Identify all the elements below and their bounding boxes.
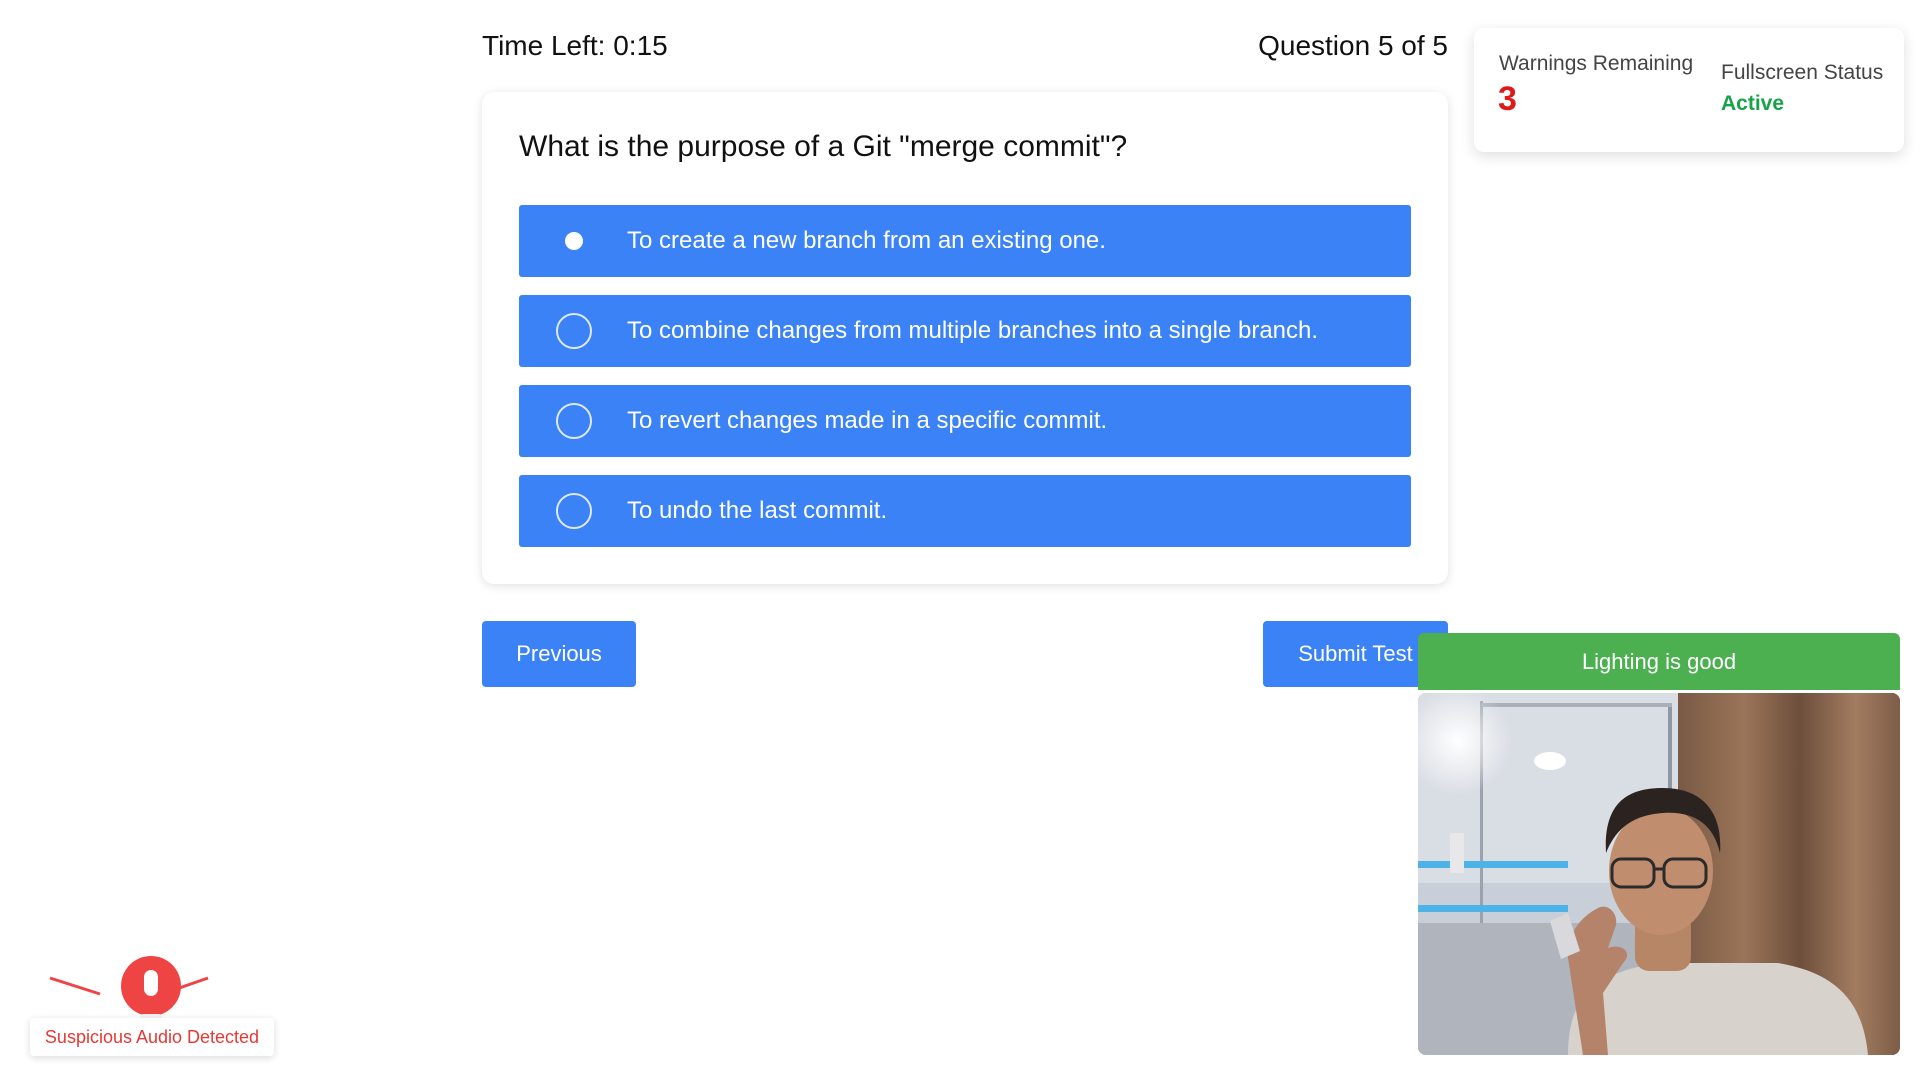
webcam-image — [1418, 693, 1900, 1055]
question-counter: Question 5 of 5 — [1258, 30, 1448, 61]
exam-page: Time Left: 0:15 Question 5 of 5 What is … — [0, 0, 1920, 1080]
option-label: To revert changes made in a specific com… — [627, 407, 1108, 434]
question-text: What is the purpose of a Git "merge comm… — [519, 130, 1128, 163]
lighting-status-banner: Lighting is good — [1418, 633, 1900, 690]
fullscreen-label: Fullscreen Status — [1721, 61, 1884, 84]
proctor-status-panel: Warnings Remaining 3 Fullscreen Status A… — [1474, 28, 1904, 152]
question-card: What is the purpose of a Git "merge comm… — [482, 92, 1448, 584]
option-3[interactable]: To revert changes made in a specific com… — [519, 385, 1411, 457]
option-label: To create a new branch from an existing … — [627, 227, 1106, 254]
radio-selected-icon[interactable] — [556, 223, 592, 259]
microphone-alert-icon — [49, 956, 209, 1020]
warnings-label: Warnings Remaining — [1499, 52, 1694, 75]
radio-empty-icon[interactable] — [556, 493, 592, 529]
webcam-feed — [1418, 693, 1900, 1055]
radio-empty-icon[interactable] — [556, 313, 592, 349]
suspicious-audio-label: Suspicious Audio Detected — [30, 1018, 274, 1056]
time-left: Time Left: 0:15 — [482, 30, 668, 61]
option-1[interactable]: To create a new branch from an existing … — [519, 205, 1411, 277]
fullscreen-status: Active — [1721, 92, 1785, 115]
warnings-count: 3 — [1498, 80, 1517, 118]
option-4[interactable]: To undo the last commit. — [519, 475, 1411, 547]
radio-empty-icon[interactable] — [556, 403, 592, 439]
option-label: To undo the last commit. — [627, 497, 888, 524]
audio-alert: Suspicious Audio Detected — [30, 938, 274, 1056]
option-label: To combine changes from multiple branche… — [627, 317, 1319, 344]
option-2[interactable]: To combine changes from multiple branche… — [519, 295, 1411, 367]
previous-button[interactable]: Previous — [482, 621, 636, 687]
